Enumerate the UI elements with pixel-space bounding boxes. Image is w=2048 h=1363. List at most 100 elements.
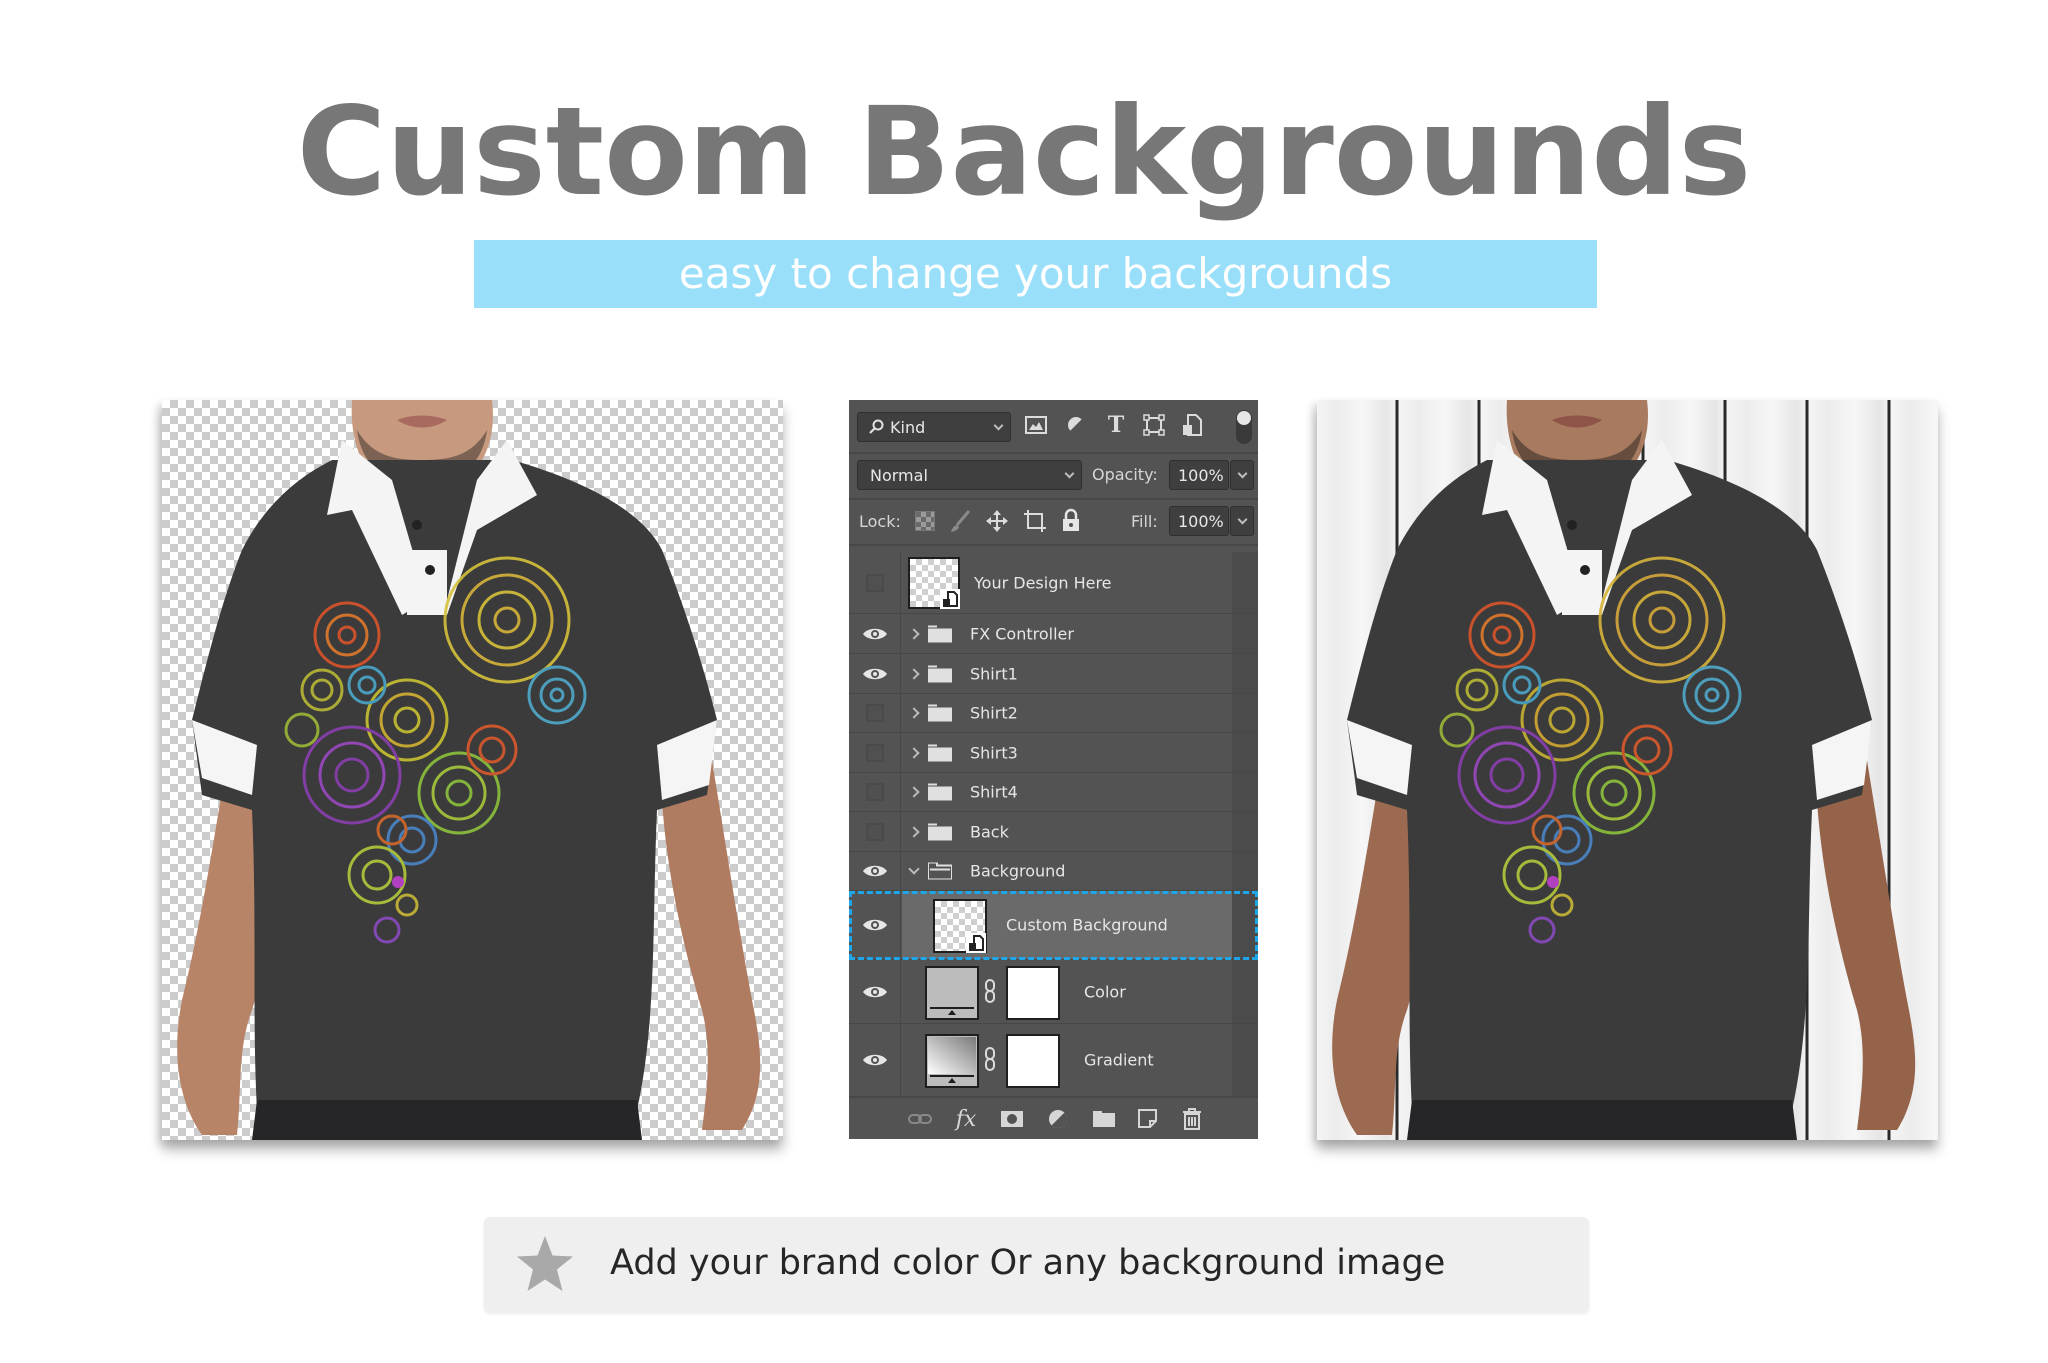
adjustment-filter-icon[interactable] — [1063, 412, 1089, 438]
color-fill-thumbnail — [925, 966, 979, 1020]
model-illustration-right — [1332, 400, 1916, 1140]
dot — [1547, 876, 1559, 888]
layer-fx-controller[interactable]: FX Controller — [849, 614, 1258, 654]
folder-icon — [928, 783, 952, 801]
chevron-down-icon — [1237, 514, 1248, 525]
layer-custom-background[interactable]: Custom Background — [849, 891, 1258, 960]
layers-panel: Kind T Normal Opacity: 100% Lock: Fill: … — [849, 400, 1258, 1139]
layer-mask-thumbnail — [1006, 966, 1060, 1020]
layer-shirt2[interactable]: Shirt2 — [849, 694, 1258, 733]
new-layer-icon[interactable] — [1135, 1106, 1161, 1132]
eye-icon[interactable] — [862, 917, 888, 933]
filter-kind-dropdown[interactable]: Kind — [857, 412, 1011, 442]
layer-name: Color — [1084, 982, 1126, 1001]
chevron-right-icon[interactable] — [908, 746, 920, 759]
layer-name: Back — [970, 822, 1009, 841]
star-icon — [517, 1236, 573, 1291]
link-chain-icon[interactable] — [984, 1046, 996, 1072]
opacity-slider-toggle[interactable] — [1230, 460, 1254, 490]
fill-slider-toggle[interactable] — [1230, 506, 1254, 536]
chevron-down-icon — [1237, 468, 1248, 479]
placket — [407, 550, 447, 615]
chevron-right-icon[interactable] — [908, 825, 920, 838]
shirt — [192, 460, 717, 1110]
new-adjustment-icon[interactable] — [1045, 1106, 1071, 1132]
fx-icon[interactable]: fx — [953, 1106, 979, 1132]
chevron-right-icon[interactable] — [908, 707, 920, 719]
folder-open-icon — [928, 862, 952, 880]
layers-panel-footer: fx — [849, 1097, 1258, 1139]
fill-input[interactable]: 100% — [1169, 506, 1229, 536]
chevron-right-icon[interactable] — [908, 627, 920, 640]
type-filter-icon[interactable]: T — [1103, 412, 1129, 438]
delete-icon[interactable] — [1179, 1106, 1205, 1132]
link-layers-icon[interactable] — [907, 1106, 933, 1132]
button — [412, 520, 422, 530]
layer-name: Shirt1 — [970, 664, 1018, 683]
layer-name: Gradient — [1084, 1050, 1154, 1070]
link-chain-icon[interactable] — [984, 978, 996, 1004]
layer-shirt3[interactable]: Shirt3 — [849, 733, 1258, 773]
shirt — [1347, 460, 1872, 1110]
smart-object-badge-icon — [966, 933, 986, 953]
folder-icon — [928, 744, 952, 761]
smart-object-badge-icon — [940, 589, 960, 609]
filter-kind-value: Kind — [890, 418, 926, 437]
placket — [1562, 550, 1602, 615]
button — [1567, 520, 1577, 530]
layer-shirt1[interactable]: Shirt1 — [849, 654, 1258, 694]
layer-gradient[interactable]: Gradient — [849, 1024, 1258, 1097]
lock-label: Lock: — [859, 512, 901, 531]
chevron-down-icon — [1064, 468, 1075, 479]
folder-icon — [928, 823, 952, 840]
lock-artboard-icon[interactable] — [1023, 509, 1047, 533]
opacity-value: 100% — [1178, 466, 1224, 485]
layer-background-group[interactable]: Background — [849, 852, 1258, 891]
lock-all-icon[interactable] — [1061, 508, 1081, 532]
filter-toggle[interactable] — [1236, 410, 1252, 444]
eye-icon[interactable] — [862, 626, 888, 642]
chevron-right-icon[interactable] — [908, 786, 920, 798]
folder-icon — [928, 665, 952, 682]
layer-your-design-here[interactable]: Your Design Here — [849, 552, 1258, 614]
fill-label: Fill: — [1131, 512, 1158, 531]
layer-color[interactable]: Color — [849, 960, 1258, 1024]
lock-transparent-icon[interactable] — [915, 511, 935, 531]
layer-mask-thumbnail — [1006, 1034, 1060, 1088]
opacity-label: Opacity: — [1092, 465, 1158, 484]
eye-icon[interactable] — [862, 666, 888, 682]
chevron-right-icon[interactable] — [908, 667, 920, 680]
lock-paint-icon[interactable] — [949, 509, 971, 533]
shape-filter-icon[interactable] — [1141, 412, 1167, 438]
smart-object-filter-icon[interactable] — [1179, 412, 1205, 438]
layer-name: Background — [970, 861, 1066, 881]
visibility-toggle-off[interactable] — [865, 783, 884, 801]
visibility-toggle-off[interactable] — [865, 822, 884, 841]
add-mask-icon[interactable] — [999, 1106, 1025, 1132]
eye-icon[interactable] — [862, 863, 888, 879]
chevron-down-icon[interactable] — [908, 863, 920, 875]
transparent-background-preview — [162, 400, 783, 1140]
opacity-input[interactable]: 100% — [1169, 460, 1229, 490]
layer-name: Shirt4 — [970, 782, 1018, 802]
visibility-toggle-off[interactable] — [865, 573, 884, 592]
eye-icon[interactable] — [862, 1052, 888, 1068]
visibility-toggle-off[interactable] — [865, 704, 884, 722]
button — [425, 565, 435, 575]
new-group-icon[interactable] — [1091, 1106, 1117, 1132]
visibility-toggle-off[interactable] — [865, 743, 884, 762]
blend-mode-dropdown[interactable]: Normal — [857, 460, 1082, 490]
lock-position-icon[interactable] — [985, 509, 1009, 533]
layer-name: FX Controller — [970, 624, 1074, 643]
subtitle-banner: easy to change your backgrounds — [474, 240, 1597, 308]
layer-shirt4[interactable]: Shirt4 — [849, 773, 1258, 812]
layer-back[interactable]: Back — [849, 812, 1258, 852]
eye-icon[interactable] — [862, 984, 888, 1000]
page-title: Custom Backgrounds — [296, 81, 1752, 223]
search-icon — [869, 419, 884, 434]
button — [1580, 565, 1590, 575]
jeans — [252, 1100, 642, 1140]
feature-callout: Add your brand color Or any background i… — [484, 1217, 1589, 1312]
image-filter-icon[interactable] — [1023, 412, 1049, 438]
folder-icon — [928, 704, 952, 722]
